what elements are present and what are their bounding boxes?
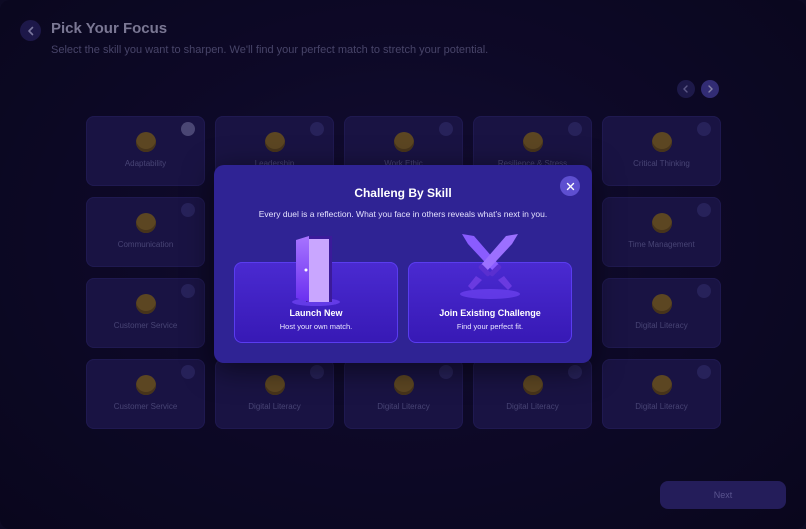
close-icon <box>566 182 574 190</box>
door-icon <box>292 236 340 306</box>
launch-new-title: Launch New <box>289 308 343 318</box>
join-existing-subtitle: Find your perfect fit. <box>456 322 524 331</box>
modal-title: Challeng By Skill <box>354 186 452 200</box>
close-button[interactable] <box>560 176 580 196</box>
launch-new-option[interactable]: Launch New Host your own match. <box>234 236 398 343</box>
challenge-modal: Challeng By Skill Every duel is a reflec… <box>214 165 592 363</box>
next-button[interactable]: Next <box>660 481 786 509</box>
modal-description: Every duel is a reflection. What you fac… <box>258 209 548 219</box>
crossed-swords-icon <box>460 234 520 299</box>
launch-new-subtitle: Host your own match. <box>279 322 353 331</box>
join-existing-title: Join Existing Challenge <box>439 308 541 318</box>
join-existing-option[interactable]: Join Existing Challenge Find your perfec… <box>408 234 572 343</box>
page-frame: Pick Your Focus Select the skill you wan… <box>0 0 806 529</box>
